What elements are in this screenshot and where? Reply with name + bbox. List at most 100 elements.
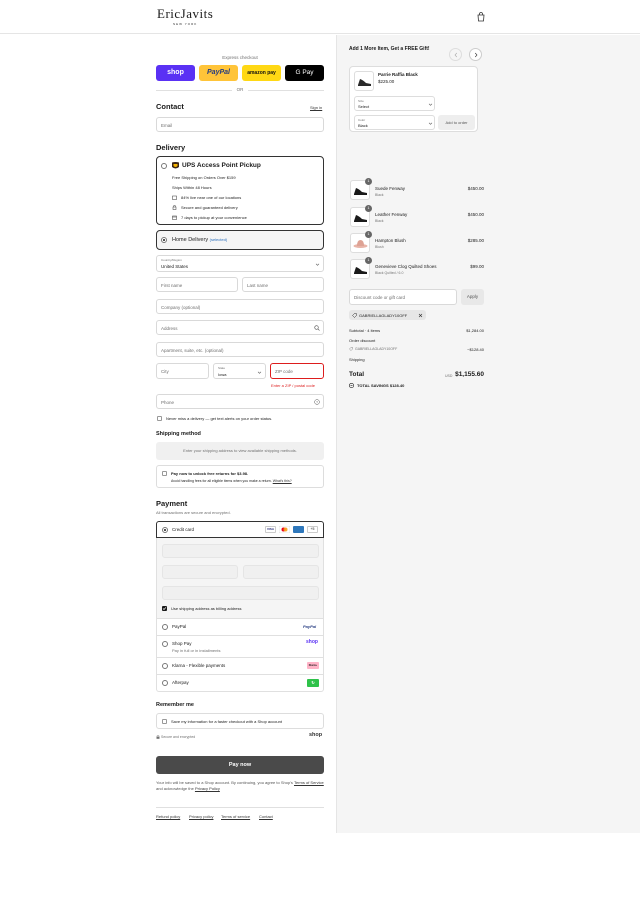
upsell-color-select[interactable]: Color Black: [354, 115, 435, 130]
terms-of-service-link[interactable]: Terms of service: [221, 814, 250, 819]
ups-radio[interactable]: [161, 163, 167, 169]
remember-me-option[interactable]: Save my information for a faster checkou…: [156, 713, 324, 729]
store-icon: [172, 195, 177, 200]
add-to-order-button[interactable]: Add to order: [438, 115, 475, 130]
credit-card-radio[interactable]: [162, 527, 168, 533]
svg-text:?: ?: [316, 400, 318, 404]
afterpay-option-label: Afterpay: [172, 680, 189, 685]
free-returns-title: Pay now to unlock free returns for $3.98…: [171, 471, 249, 476]
home-delivery-option[interactable]: Home Delivery (selected): [156, 230, 324, 250]
privacy-policy-link[interactable]: Privacy policy: [189, 814, 213, 819]
ups-pickup-option[interactable]: UPS Access Point Pickup Free Shipping on…: [156, 156, 324, 225]
sign-in-link[interactable]: Sign in: [310, 105, 322, 110]
contact-link[interactable]: Contact: [259, 814, 273, 819]
first-name-field[interactable]: First name: [156, 277, 238, 292]
secure-encrypted-label: Secure and encrypted: [161, 735, 196, 739]
home-delivery-label: Home Delivery (selected): [172, 237, 227, 243]
selected-tag: (selected): [209, 237, 228, 242]
afterpay-logo: ↻: [307, 679, 319, 687]
phone-placeholder: Phone: [161, 399, 175, 405]
color-label: Color: [358, 118, 366, 122]
sms-alerts-checkbox[interactable]: [157, 416, 162, 421]
pay-now-button[interactable]: Pay now: [156, 756, 324, 774]
address-placeholder: Address: [161, 325, 178, 331]
billing-same-checkbox[interactable]: [162, 606, 167, 611]
chevron-left-icon: [454, 52, 458, 58]
shop-pay-logo: shop: [306, 639, 318, 645]
ups-ships-within: Ships Within 48 Hours: [172, 185, 212, 190]
cart-item-price: $450.00: [467, 186, 484, 191]
card-name-field[interactable]: [162, 586, 319, 600]
free-returns-option[interactable]: Pay now to unlock free returns for $3.98…: [156, 465, 324, 488]
shop-pay-option[interactable]: Shop Pay Pay in full or in installments …: [156, 636, 324, 658]
terms-link[interactable]: Terms of Service: [294, 780, 324, 785]
card-number-field[interactable]: [162, 544, 319, 558]
upsell-card: Parrie Raffia Black $225.00 Size Select …: [349, 66, 478, 132]
shop-pay-button[interactable]: shop: [156, 65, 195, 81]
state-label: State: [218, 366, 226, 370]
afterpay-option[interactable]: Afterpay ↻: [156, 675, 324, 692]
card-cvv-field[interactable]: [243, 565, 319, 579]
upsell-prev-button[interactable]: [449, 48, 462, 61]
paypal-logo: PayPal: [303, 624, 317, 629]
zip-placeholder: ZIP code: [275, 368, 293, 374]
afterpay-radio[interactable]: [162, 680, 168, 686]
remember-me-checkbox[interactable]: [162, 719, 167, 724]
total-value: $1,155.60: [455, 371, 484, 378]
ups-bullet-2: Secure and guaranteed delivery: [181, 205, 238, 210]
subtotal-label: Subtotal · 4 items: [349, 328, 381, 333]
credit-card-option[interactable]: Credit card VISA +5: [156, 521, 324, 538]
upsell-next-button[interactable]: [469, 48, 482, 61]
shoe-icon: [354, 215, 367, 222]
home-delivery-radio[interactable]: [161, 237, 167, 243]
city-field[interactable]: City: [156, 363, 209, 379]
google-pay-button[interactable]: G Pay: [285, 65, 324, 81]
amazon-pay-button[interactable]: amazon pay: [242, 65, 281, 81]
paypal-button[interactable]: PayPal: [199, 65, 238, 81]
klarna-radio[interactable]: [162, 663, 168, 669]
add-to-order-label: Add to order: [445, 120, 468, 125]
cart-item-price: $99.00: [470, 264, 484, 269]
card-form: Use shipping address as billing address: [156, 538, 324, 619]
email-field[interactable]: Email: [156, 117, 324, 132]
shopping-bag-icon[interactable]: [476, 12, 486, 22]
cart-item-price: $450.00: [467, 212, 484, 217]
phone-field[interactable]: Phone ?: [156, 394, 324, 409]
apply-discount-button[interactable]: Apply: [461, 289, 484, 305]
upsell-size-select[interactable]: Size Select: [354, 96, 435, 111]
shipping-method-heading: Shipping method: [156, 431, 201, 437]
upsell-title: Add 1 More Item, Get a FREE Gift!: [349, 46, 430, 52]
shop-pay-radio[interactable]: [162, 641, 168, 647]
apartment-field[interactable]: Apartment, suite, etc. (optional): [156, 342, 324, 357]
card-expiry-field[interactable]: [162, 565, 238, 579]
legal-text: Your info will be saved to a Shop accoun…: [156, 780, 324, 791]
cart-item-price: $285.00: [467, 238, 484, 243]
contact-heading: Contact: [156, 102, 184, 111]
cart-item-name: Genevieve Clog Quilted Shoes: [375, 264, 437, 269]
close-icon[interactable]: [418, 313, 423, 318]
payment-heading: Payment: [156, 499, 188, 508]
country-select[interactable]: Country/Region United States: [156, 255, 324, 272]
cart-item-image: 1: [350, 257, 372, 279]
discount-code-field[interactable]: Discount code or gift card: [349, 289, 457, 305]
cart-item-variant: Black: [375, 193, 384, 197]
paypal-option[interactable]: PayPal PayPal: [156, 619, 324, 636]
paypal-radio[interactable]: [162, 624, 168, 630]
last-name-field[interactable]: Last name: [242, 277, 324, 292]
apartment-placeholder: Apartment, suite, etc. (optional): [161, 347, 224, 353]
klarna-option[interactable]: Klarna - Flexible payments Klarna.: [156, 658, 324, 675]
free-returns-desc-wrap: Avoid handling fees for all eligible ite…: [171, 479, 292, 483]
company-field[interactable]: Company (optional): [156, 299, 324, 314]
chevron-right-icon: [474, 52, 478, 58]
whats-this-link[interactable]: What's this?: [273, 479, 292, 483]
refund-policy-link[interactable]: Refund policy: [156, 814, 180, 819]
address-field[interactable]: Address: [156, 320, 324, 335]
brand-logo[interactable]: EricJavits NEW YORK: [157, 6, 213, 26]
help-circle-icon[interactable]: ?: [314, 399, 320, 405]
free-returns-checkbox[interactable]: [162, 471, 167, 476]
privacy-link[interactable]: Privacy Policy: [195, 786, 220, 791]
zip-field[interactable]: ZIP code: [270, 363, 324, 379]
state-select[interactable]: State Iowa: [213, 363, 266, 379]
quantity-badge: 1: [365, 205, 372, 212]
city-placeholder: City: [161, 368, 169, 374]
